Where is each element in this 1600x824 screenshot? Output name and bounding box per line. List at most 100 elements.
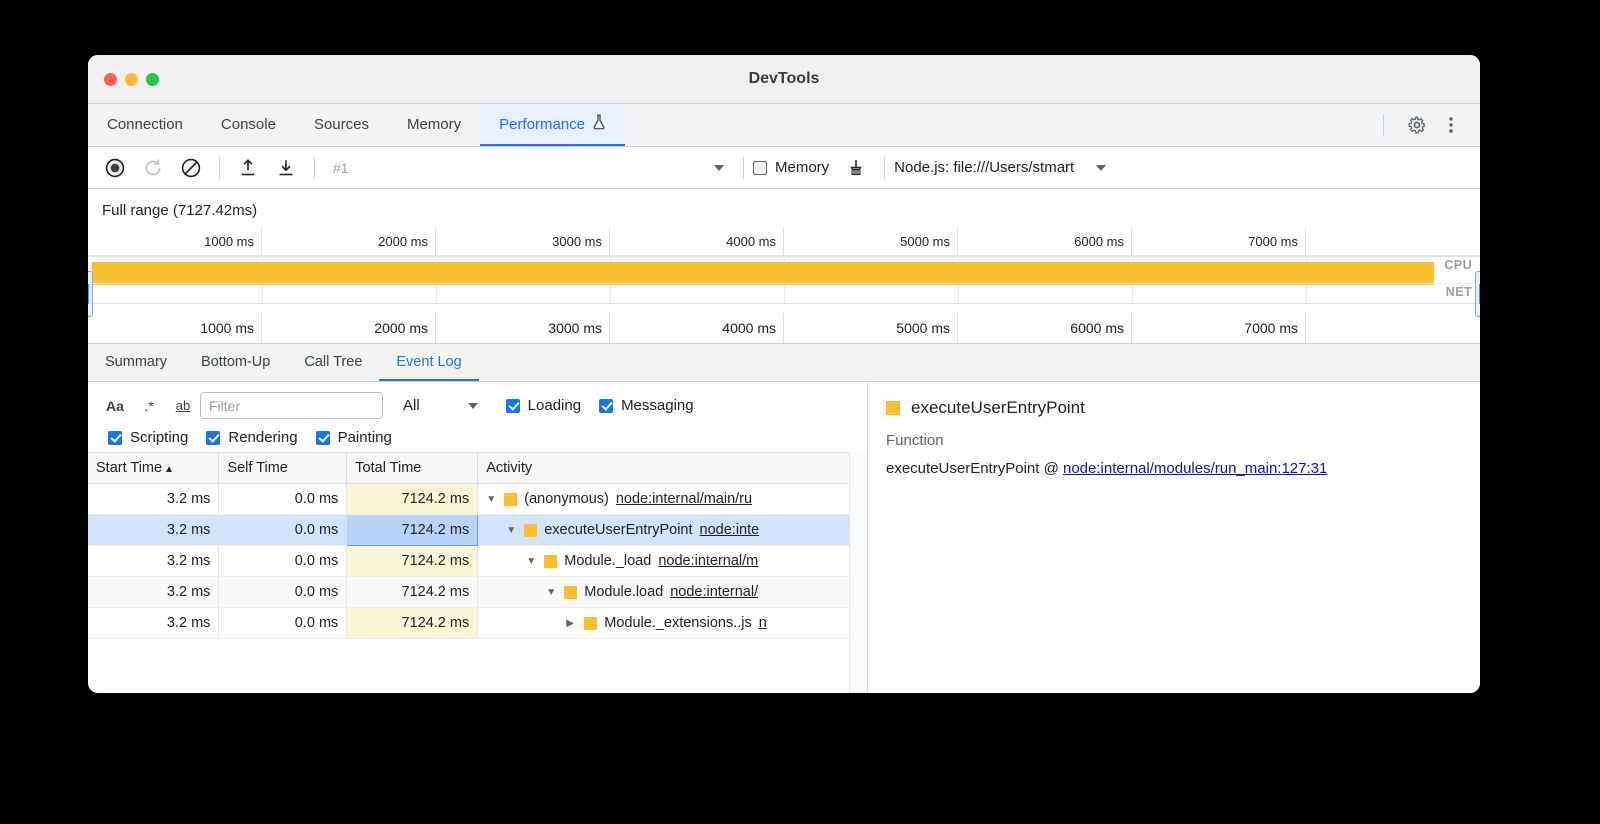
column-header-self-time[interactable]: Self Time — [219, 453, 347, 484]
match-case-icon[interactable]: Aa — [98, 393, 132, 419]
profile-selector[interactable]: #1 — [324, 160, 734, 176]
activity-name: Module.load — [584, 584, 663, 600]
table-row[interactable]: 3.2 ms0.0 ms7124.2 ms▼executeUserEntryPo… — [88, 515, 867, 546]
duration-filter-value: All — [403, 397, 420, 414]
tab-label: Performance — [499, 116, 585, 133]
details-tabbar: Summary Bottom-Up Call Tree Event Log — [88, 344, 1480, 382]
upload-profile-icon[interactable] — [229, 152, 267, 184]
cell-start-time: 3.2 ms — [88, 608, 219, 639]
tab-list: Connection Console Sources Memory Perfor… — [88, 104, 625, 146]
filter-checkbox-loading[interactable]: Loading — [506, 397, 581, 414]
cell-activity: ▼(anonymous)node:internal/main/ru — [478, 484, 867, 515]
cell-activity: ▼ Module.load node:internal/ — [478, 577, 867, 608]
tabbar-spacer — [625, 104, 1383, 146]
range-handle-left[interactable] — [88, 271, 93, 317]
divider — [1383, 114, 1384, 136]
expand-triangle-down-icon[interactable]: ▼ — [526, 556, 537, 567]
tab-label: Console — [221, 116, 276, 133]
target-selector[interactable]: Node.js: file:///Users/stmart — [894, 159, 1116, 176]
expand-triangle-down-icon[interactable]: ▼ — [546, 587, 557, 598]
tab-call-tree[interactable]: Call Tree — [287, 344, 379, 381]
expand-triangle-down-icon[interactable]: ▼ — [506, 525, 517, 536]
regex-icon[interactable]: .* — [132, 393, 166, 419]
table-header-row: Start Time▲ Self Time Total Time Activit… — [88, 453, 867, 484]
filter-row-secondary: Scripting Rendering Painting — [98, 429, 867, 446]
messaging-checkbox[interactable] — [599, 399, 613, 413]
activity-source-link[interactable]: n — [759, 615, 767, 631]
cell-start-time: 3.2 ms — [88, 546, 219, 577]
details-stack-function: executeUserEntryPoint @ — [886, 460, 1059, 477]
rendering-checkbox[interactable] — [206, 431, 220, 445]
category-color-swatch — [564, 586, 577, 599]
activity-source-link[interactable]: node:internal/ — [670, 584, 758, 600]
tab-console[interactable]: Console — [202, 104, 295, 146]
close-window-button[interactable] — [104, 73, 117, 86]
category-color-swatch — [544, 555, 557, 568]
download-profile-icon[interactable] — [267, 152, 305, 184]
chevron-down-icon — [468, 403, 478, 409]
activity-name: executeUserEntryPoint — [544, 522, 692, 538]
clear-prohibited-icon[interactable] — [172, 152, 210, 184]
column-header-total-time[interactable]: Total Time — [347, 453, 478, 484]
cell-activity: ▼ executeUserEntryPoint node:inte — [478, 515, 867, 546]
activity-name: Module._load — [564, 553, 651, 569]
tab-connection[interactable]: Connection — [88, 104, 202, 146]
cell-total-time: 7124.2 ms — [347, 577, 478, 608]
tab-label: Memory — [407, 116, 461, 133]
tabbar-actions — [1383, 104, 1480, 146]
filter-checkbox-messaging[interactable]: Messaging — [599, 397, 694, 414]
event-log-scrollbar[interactable] — [849, 452, 867, 693]
reload-icon[interactable] — [134, 152, 172, 184]
memory-checkbox-group[interactable]: Memory — [753, 159, 829, 176]
settings-gear-icon[interactable] — [1402, 110, 1432, 140]
details-stack-row: executeUserEntryPoint @ node:internal/mo… — [886, 460, 1462, 477]
cell-start-time: 3.2 ms — [88, 577, 219, 608]
overview-ruler-bottom: 1000 ms2000 ms3000 ms4000 ms5000 ms6000 … — [88, 313, 1480, 343]
cpu-lane-label: CPU — [1442, 258, 1474, 272]
activity-source-link[interactable]: node:internal/main/ru — [616, 491, 752, 507]
duration-filter-select[interactable]: All — [403, 397, 488, 414]
record-circle-icon[interactable] — [96, 152, 134, 184]
overview-lanes[interactable]: CPU NET — [88, 256, 1480, 304]
divider — [884, 157, 885, 179]
tab-event-log[interactable]: Event Log — [379, 344, 478, 381]
tab-summary[interactable]: Summary — [88, 344, 184, 381]
tab-performance[interactable]: Performance — [480, 104, 625, 146]
table-row[interactable]: 3.2 ms0.0 ms7124.2 ms▼Module._loadnode:i… — [88, 546, 867, 577]
expand-triangle-down-icon[interactable]: ▼ — [486, 494, 497, 505]
table-row[interactable]: 3.2 ms0.0 ms7124.2 ms▼Module.loadnode:in… — [88, 577, 867, 608]
memory-checkbox[interactable] — [753, 161, 767, 175]
tab-bottom-up[interactable]: Bottom-Up — [184, 344, 287, 381]
filter-checkbox-rendering[interactable]: Rendering — [206, 429, 297, 446]
column-header-activity[interactable]: Activity — [478, 453, 867, 484]
minimize-window-button[interactable] — [125, 73, 138, 86]
expand-triangle-right-icon[interactable]: ▶ — [566, 618, 577, 629]
tab-memory[interactable]: Memory — [388, 104, 480, 146]
cell-activity: ▼ Module._load node:internal/m — [478, 546, 867, 577]
table-row[interactable]: 3.2 ms0.0 ms7124.2 ms▶Module._extensions… — [88, 608, 867, 639]
range-handle-right[interactable] — [1475, 271, 1480, 317]
event-log-pane: Aa .* ab All Loading — [88, 382, 867, 693]
table-row[interactable]: 3.2 ms0.0 ms7124.2 ms▼(anonymous)node:in… — [88, 484, 867, 515]
filter-checkbox-scripting[interactable]: Scripting — [108, 429, 188, 446]
loading-checkbox[interactable] — [506, 399, 520, 413]
details-title-row: executeUserEntryPoint — [886, 398, 1462, 418]
scripting-checkbox[interactable] — [108, 431, 122, 445]
collect-garbage-broom-icon[interactable] — [837, 152, 875, 184]
ruler-tick: 7000 ms — [88, 228, 1306, 255]
details-source-link[interactable]: node:internal/modules/run_main:127:31 — [1063, 460, 1327, 477]
cell-self-time: 0.0 ms — [219, 515, 347, 546]
column-header-start-time[interactable]: Start Time▲ — [88, 453, 219, 484]
activity-source-link[interactable]: node:inte — [700, 522, 760, 538]
whole-word-icon[interactable]: ab — [166, 393, 200, 419]
cell-self-time: 0.0 ms — [219, 546, 347, 577]
more-options-icon[interactable] — [1436, 110, 1466, 140]
cell-total-time: 7124.2 ms — [347, 608, 478, 639]
subtab-label: Event Log — [396, 354, 461, 370]
filter-input[interactable] — [200, 392, 383, 419]
activity-source-link[interactable]: node:internal/m — [658, 553, 758, 569]
filter-checkbox-painting[interactable]: Painting — [316, 429, 392, 446]
painting-checkbox[interactable] — [316, 431, 330, 445]
tab-sources[interactable]: Sources — [295, 104, 388, 146]
maximize-window-button[interactable] — [146, 73, 159, 86]
